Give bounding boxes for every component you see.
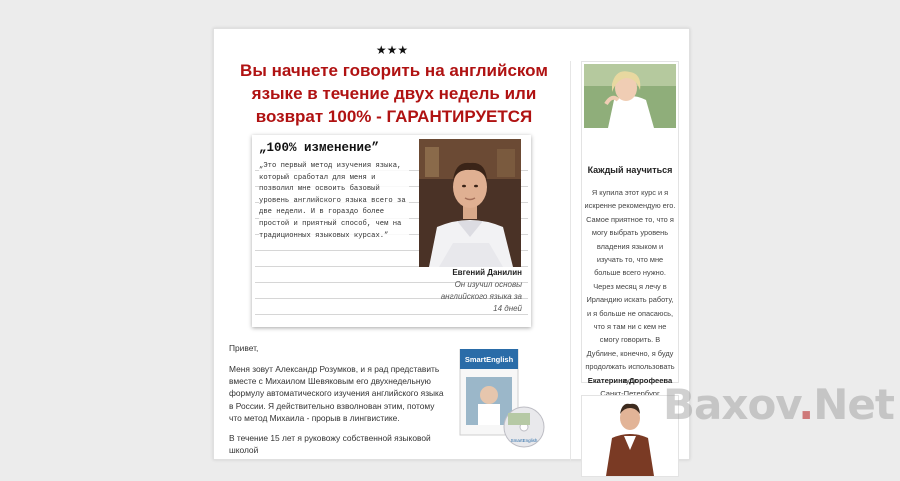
testimonial-title: „100% изменение” bbox=[259, 141, 382, 155]
product-box-image: SmartEnglish SmartEnglish bbox=[458, 348, 548, 449]
testimonial-card: „100% изменение” „Это первый метод изуче… bbox=[252, 135, 531, 327]
testimonial-name: Евгений Данилин bbox=[452, 268, 522, 277]
sidebar-review-text: Я купила этот курс и я искренне рекоменд… bbox=[584, 188, 676, 385]
disc-label: SmartEnglish bbox=[511, 438, 538, 443]
intro-paragraph: Меня зовут Александр Розумков, и я рад п… bbox=[229, 364, 444, 423]
sidebar-title: Каждый научиться bbox=[587, 165, 673, 175]
landing-page: ★★★ Вы начнете говорить на английском яз… bbox=[213, 28, 690, 477]
sidebar-testimonial: Каждый научиться Я купила этот курс и я … bbox=[581, 61, 679, 398]
testimonial-quote: „Это первый метод изучения языка, которы… bbox=[259, 161, 409, 243]
page-headline: Вы начнете говорить на английском языке … bbox=[240, 61, 548, 126]
greeting-text: Привет, bbox=[229, 343, 259, 353]
testimonial-description: Он изучил основы английского языка за 14… bbox=[440, 280, 522, 313]
school-paragraph: В течение 15 лет я руковожу собственной … bbox=[229, 433, 431, 456]
column-divider bbox=[570, 61, 571, 461]
sidebar-photo bbox=[584, 64, 676, 128]
testimonial-photo bbox=[419, 139, 521, 267]
product-brand: SmartEnglish bbox=[465, 355, 514, 364]
rating-stars: ★★★ bbox=[375, 43, 409, 57]
watermark-logo: Baxov.Net bbox=[663, 380, 895, 429]
